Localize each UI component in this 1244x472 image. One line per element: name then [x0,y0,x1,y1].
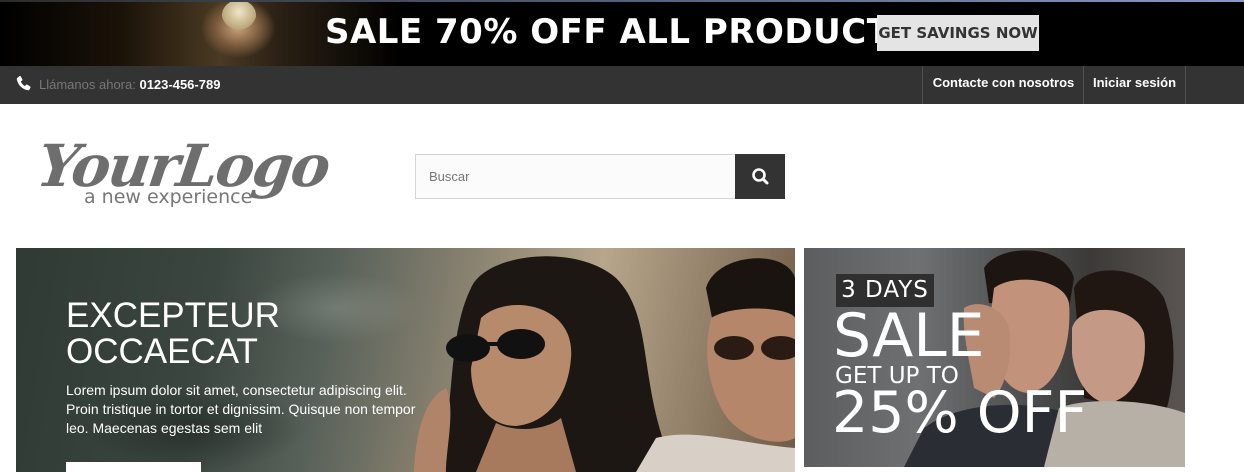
phone-icon [16,75,31,91]
slide-title: EXCEPTEUR OCCAECAT [66,298,280,370]
slide-title-line2: OCCAECAT [66,332,258,371]
search-input[interactable] [415,154,736,199]
login-link[interactable]: Iniciar sesión [1083,66,1186,104]
top-nav-bar: Llámanos ahora: 0123-456-789 Contacte co… [0,66,1244,104]
promo-title: SALE 70% OFF ALL PRODUCTS [325,12,916,52]
percent-off-text: 25% OFF [832,380,1088,446]
promo-top-line [0,0,1244,2]
homepage-slider[interactable]: EXCEPTEUR OCCAECAT Lorem ipsum dolor sit… [16,248,795,472]
sale-heading: SALE [833,301,985,371]
contact-us-link[interactable]: Contacte con nosotros [922,66,1084,104]
slide-shop-button[interactable] [66,462,201,472]
logo-tagline: a new experience [84,186,252,208]
call-us-label: Llámanos ahora: [39,77,136,92]
site-logo[interactable]: YourLogo a new experience [40,122,330,214]
promo-model-head [222,0,256,30]
search-form [415,154,785,199]
slide-title-line1: EXCEPTEUR [66,296,280,335]
side-sale-banner[interactable]: 3 DAYS SALE GET UP TO 25% OFF [804,248,1185,467]
promo-banner[interactable]: SALE 70% OFF ALL PRODUCTS GET SAVINGS NO… [0,0,1244,66]
call-us-text: Llámanos ahora: 0123-456-789 [39,77,220,92]
slide-description: Lorem ipsum dolor sit amet, consectetur … [66,382,416,436]
search-button[interactable] [735,154,785,199]
phone-number: 0123-456-789 [139,77,221,92]
get-savings-button[interactable]: GET SAVINGS NOW [877,15,1039,51]
search-icon [752,168,769,185]
